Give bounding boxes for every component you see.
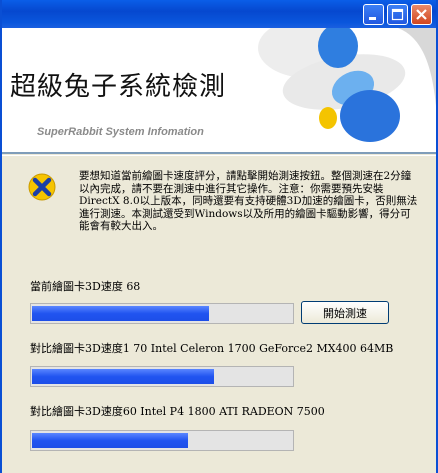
compare-1-label: 對比繪圖卡3D速度1 70 Intel Celeron 1700 GeForce…	[30, 342, 394, 355]
minimize-icon	[369, 17, 376, 20]
current-speed-bar	[30, 303, 294, 324]
maximize-icon	[391, 8, 404, 21]
header-subtitle: SuperRabbit System Infomation	[37, 126, 204, 138]
current-speed-label: 當前繪圖卡3D速度 68	[30, 280, 141, 293]
minimize-button[interactable]	[363, 4, 384, 25]
compare-2-bar	[30, 430, 294, 451]
maximize-button[interactable]	[387, 4, 408, 25]
current-speed-fill	[32, 306, 209, 321]
app-window: 超級兔子系統檢測 SuperRabbit System Infomation 要…	[0, 0, 438, 473]
start-test-button[interactable]: 開始測速	[301, 301, 389, 324]
header-divider	[0, 152, 438, 154]
compare-1-fill	[32, 369, 214, 384]
rabbit-logo	[258, 28, 438, 152]
notice-text: 要想知道當前繪圖卡速度評分，請點擊開始測速按鈕。整個測速在2分鐘以內完成，請不要…	[79, 170, 418, 233]
header-divider-highlight	[0, 155, 438, 156]
compare-1-bar	[30, 366, 294, 387]
close-icon	[416, 9, 427, 20]
compare-2-label: 對比繪圖卡3D速度60 Intel P4 1800 ATI RADEON 750…	[30, 405, 325, 418]
title-bar[interactable]	[0, 0, 438, 28]
window-border-left	[0, 0, 2, 473]
warning-x-icon	[28, 173, 56, 201]
close-button[interactable]	[411, 4, 432, 25]
header-title: 超級兔子系統檢測	[10, 72, 227, 102]
header-banner: 超級兔子系統檢測 SuperRabbit System Infomation	[0, 28, 438, 152]
compare-2-fill	[32, 433, 188, 448]
